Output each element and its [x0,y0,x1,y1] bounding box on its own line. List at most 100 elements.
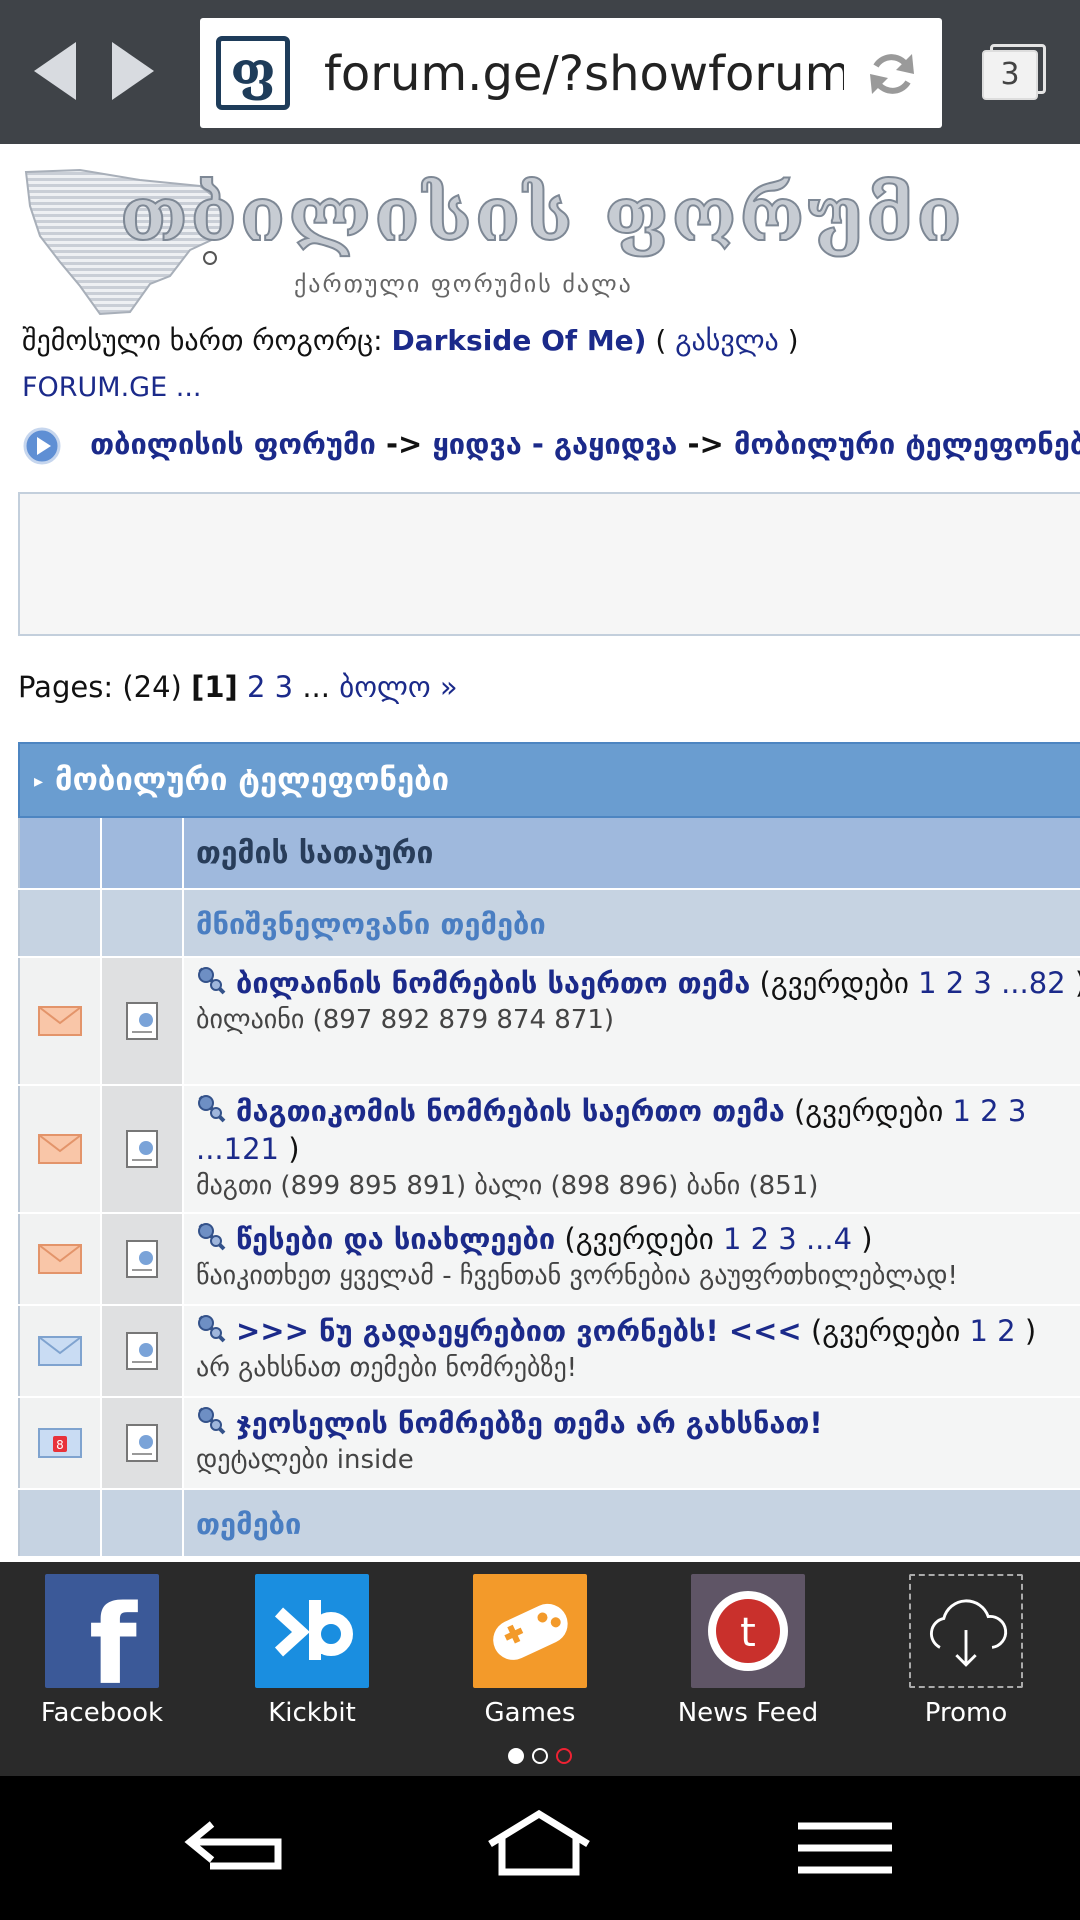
table-row[interactable]: ბილაინის ნომრების საერთო თემა (გვერდები … [18,958,1080,1086]
home-icon[interactable] [484,1806,594,1890]
dock-app-label: News Feed [677,1698,819,1728]
breadcrumb-item-home[interactable]: თბილისის ფორუმი [90,427,376,461]
breadcrumb-item-buy-sell[interactable]: ყიდვა - გაყიდვა [432,427,677,461]
dock-app-news-feed[interactable]: t News Feed [668,1574,828,1728]
forum-home-link[interactable]: FORUM.GE ... [22,372,202,403]
breadcrumb-separator: -> [386,427,423,461]
logo-title: თბილისის ფორუმი [119,171,965,259]
page-dot [532,1748,548,1764]
pin-icon [198,967,226,995]
username-link[interactable]: Darkside Of Me) [391,324,646,357]
dock-app-label: Kickbit [268,1698,356,1728]
back-icon[interactable] [182,1806,292,1890]
table-row[interactable]: 8 ჯეოსელის ნომრებზე თემა არ გახსნათ! დეტ… [18,1398,1080,1490]
tab-count: 3 [982,50,1038,100]
cloud-download-icon [909,1574,1023,1688]
dock-app-promo[interactable]: Promo [886,1574,1046,1728]
site-favicon-icon: ფ [216,36,290,110]
svg-text:t: t [740,1610,756,1656]
menu-icon[interactable] [790,1806,900,1890]
logo-subtitle: ქართული ფორუმის ძალა [294,270,633,298]
column-topic-title: თემის სათაური [184,818,1080,888]
envelope-icon [38,1244,82,1274]
dock-app-kickbit[interactable]: Kickbit [232,1574,392,1728]
page-link[interactable]: 3 [275,670,293,704]
logout-link[interactable]: გასვლა [675,324,779,357]
topic-title-link[interactable]: >>> ნუ გადაეყრებით ვორნებს! <<< [236,1314,802,1348]
forum-logo[interactable]: თბილისის ფორუმი ქართული ფორუმის ძალა [20,166,963,318]
topic-pages-close: ) [861,1222,873,1256]
play-circle-icon [23,427,61,465]
envelope-icon [38,1006,82,1036]
breadcrumb-item-mobile[interactable]: მობილური ტელეფონები [734,427,1080,461]
section-row-topics: თემები [18,1490,1080,1558]
tabs-button[interactable]: 3 [982,44,1046,102]
page-dot [556,1748,572,1764]
paren-close: ) [787,324,799,357]
topic-document-icon [126,1240,158,1278]
url-text[interactable]: forum.ge/?showforum [324,44,844,104]
topic-title-link[interactable]: ჯეოსელის ნომრებზე თემა არ გახსნათ! [236,1406,823,1440]
page-indicator [508,1746,578,1766]
dock-app-label: Games [484,1698,576,1728]
table-row[interactable]: >>> ნუ გადაეყრებით ვორნებს! <<< (გვერდებ… [18,1306,1080,1398]
address-bar[interactable]: ფ forum.ge/?showforum [200,18,942,128]
current-page: [1] [191,670,238,704]
pin-icon [198,1315,226,1343]
ad-banner-area [18,492,1080,636]
forum-title: მობილური ტელეფონები [55,762,450,798]
topic-document-icon [126,1002,158,1040]
topic-page-links[interactable]: 1 2 3 ...82 [918,966,1066,1000]
page-dot-active [508,1748,524,1764]
topic-title-link[interactable]: წესები და სიახლეები [236,1222,555,1256]
section-topics-label: თემები [184,1490,1080,1556]
topic-pages-label: (გვერდები [793,1094,944,1128]
topic-pages-close: ) [288,1132,300,1166]
web-page: თბილისის ფორუმი ქართული ფორუმის ძალა შემ… [0,144,1080,1562]
login-prefix: შემოსული ხართ როგორც: [22,324,383,357]
topic-description: ბილაინი (897 892 879 874 871) [196,1005,615,1035]
news-feed-icon: t [691,1574,805,1688]
forum-table-header: ▸ მობილური ტელეფონები [18,742,1080,818]
back-arrow-icon[interactable] [30,40,80,102]
topic-title-link[interactable]: მაგთიკომის ნომრების საერთო თემა [236,1094,785,1128]
pin-icon [198,1407,226,1435]
system-nav-bar [0,1776,1080,1920]
dock-app-games[interactable]: Games [450,1574,610,1728]
envelope-icon [38,1134,82,1164]
section-row-important: მნიშვნელოვანი თემები [18,890,1080,958]
last-page-link[interactable]: ბოლო » [339,670,457,704]
locked-envelope-icon: 8 [38,1428,82,1458]
dock-app-label: Promo [924,1698,1008,1728]
facebook-icon: f [45,1574,159,1688]
pages-total: (24) [122,670,182,704]
gamepad-icon [473,1574,587,1688]
table-row[interactable]: მაგთიკომის ნომრების საერთო თემა (გვერდებ… [18,1086,1080,1214]
topic-document-icon [126,1332,158,1370]
section-important-label: მნიშვნელოვანი თემები [184,890,1080,956]
envelope-icon [38,1336,82,1366]
topic-pages-label: (გვერდები [564,1222,714,1256]
dock-app-facebook[interactable]: f Facebook [22,1574,182,1728]
forum-topic-table: ▸ მობილური ტელეფონები თემის სათაური მნიშვ… [18,742,1080,1558]
page-link[interactable]: 2 [247,670,265,704]
reload-icon[interactable] [864,46,920,102]
topic-title-link[interactable]: ბილაინის ნომრების საერთო თემა [236,966,750,1000]
topic-pages-label: (გვერდები [759,966,909,1000]
dock-app-label: Facebook [40,1698,164,1728]
caret-right-icon: ▸ [34,770,44,792]
topic-pages-close: ) [1024,1314,1037,1348]
browser-toolbar: ფ forum.ge/?showforum 3 [0,0,1080,144]
topic-description: არ გახსნათ თემები ნომრებზე! [196,1353,578,1383]
table-row[interactable]: წესები და სიახლეები (გვერდები 1 2 3 ...4… [18,1214,1080,1306]
pages-label: Pages: [18,670,114,704]
topic-page-links[interactable]: 1 2 [969,1314,1015,1348]
topic-pages-close: ) [1075,966,1080,1000]
pagination: Pages: (24) [1] 2 3 ... ბოლო » [18,670,458,704]
forward-arrow-icon[interactable] [108,40,158,102]
pages-ellipsis: ... [302,670,330,704]
topic-description: მაგთი (899 895 891) ბალი (898 896) ბანი … [196,1171,819,1201]
topic-document-icon [126,1424,158,1462]
pin-icon [198,1095,226,1123]
topic-page-links[interactable]: 1 2 3 ...4 [723,1222,852,1256]
